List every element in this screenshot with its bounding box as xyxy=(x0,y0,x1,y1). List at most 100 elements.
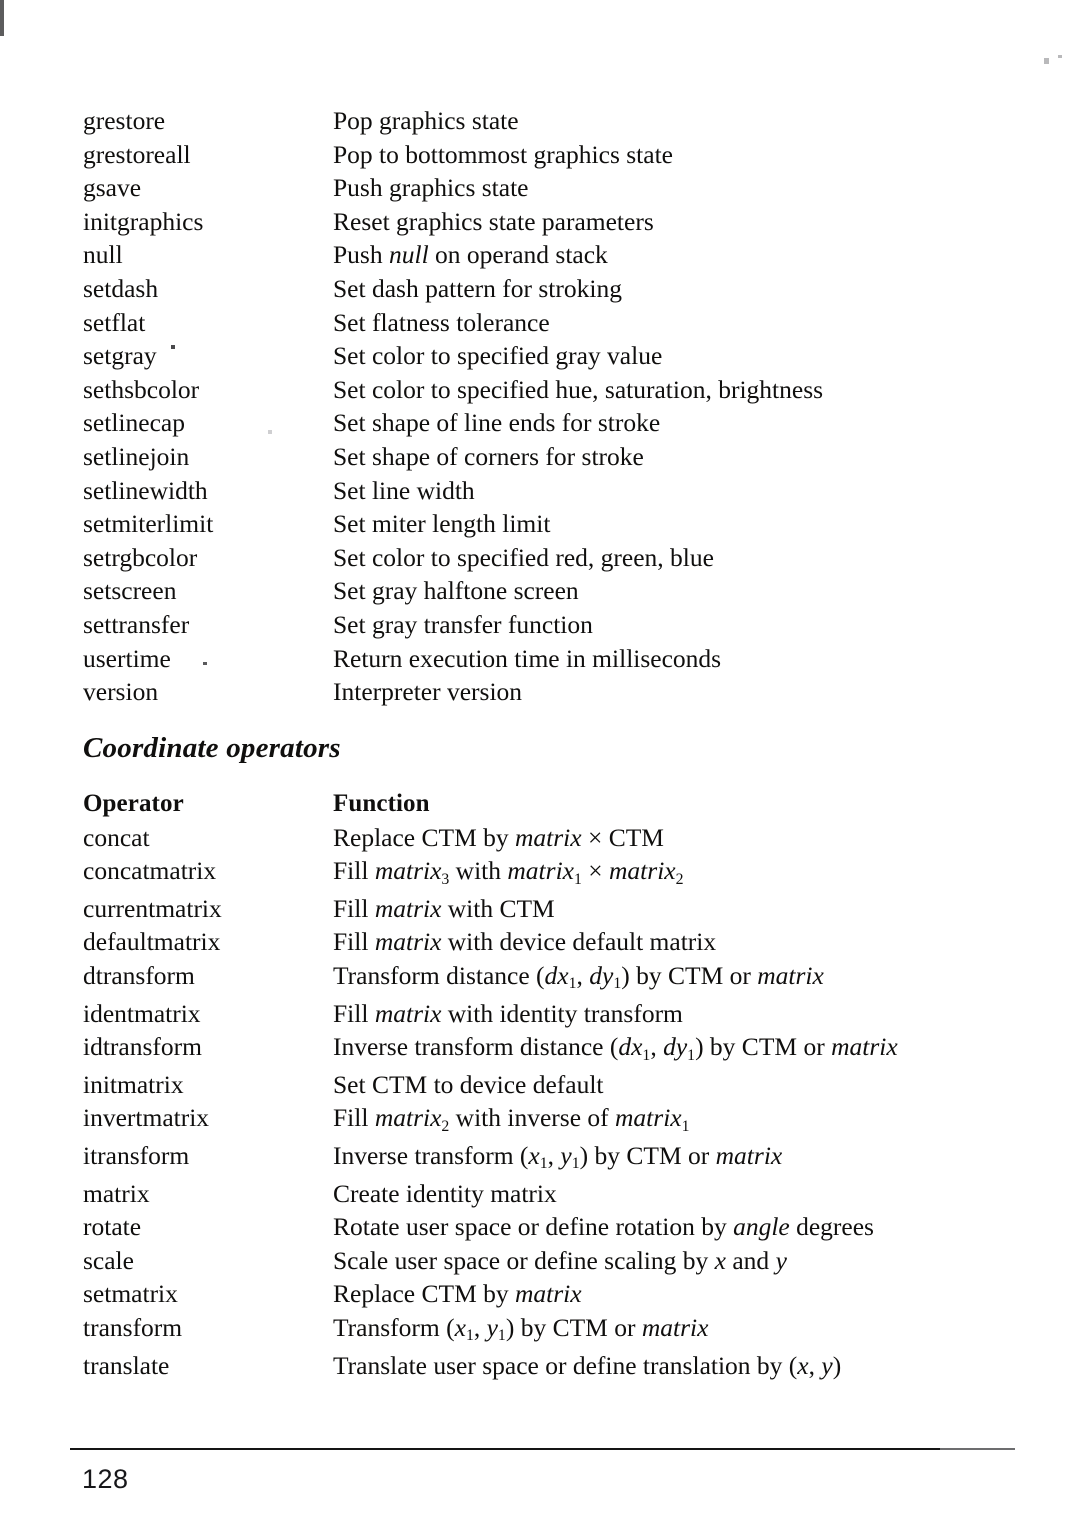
table-row: transform Transform (x1, y1) by CTM or m… xyxy=(83,1311,931,1349)
operator-name: translate xyxy=(83,1350,170,1380)
operator-name: idtransform xyxy=(83,1032,202,1062)
table-row: scale Scale user space or define scaling… xyxy=(83,1244,931,1278)
operator-name: transform xyxy=(83,1312,183,1342)
table-row: setmatrix Replace CTM by matrix xyxy=(83,1277,931,1311)
operator-description: Set color to specified red, green, blue xyxy=(333,542,714,572)
operator-name: settransfer xyxy=(83,609,190,639)
operator-description: Push null on operand stack xyxy=(333,240,608,270)
operator-description: Fill matrix with CTM xyxy=(333,893,555,923)
operator-name: initgraphics xyxy=(83,206,204,236)
operator-description: Inverse transform (x1, y1) by CTM or mat… xyxy=(333,1140,783,1173)
operator-description: Push graphics state xyxy=(333,173,529,203)
operator-description: Set gray transfer function xyxy=(333,609,593,639)
footer-rule-fade xyxy=(940,1448,1015,1450)
operator-name: setmiterlimit xyxy=(83,509,214,539)
operator-description: Set color to specified gray value xyxy=(333,341,663,371)
operator-description: Reset graphics state parameters xyxy=(333,206,654,236)
table-row: setlinewidth Set line width xyxy=(83,474,931,508)
operator-description: Transform distance (dx1, dy1) by CTM or … xyxy=(333,960,824,993)
operator-description: Set shape of corners for stroke xyxy=(333,441,644,471)
table-row: concat Replace CTM by matrix × CTM xyxy=(83,821,931,855)
operator-name: usertime xyxy=(83,643,171,673)
table-row: setdash Set dash pattern for stroking xyxy=(83,272,931,306)
table-row: currentmatrix Fill matrix with CTM xyxy=(83,892,931,926)
table-header-row: Operator Function xyxy=(83,787,931,821)
operator-name: gsave xyxy=(83,173,142,203)
table-row: setflat Set flatness tolerance xyxy=(83,306,931,340)
operator-description: Set gray halftone screen xyxy=(333,576,579,606)
operator-description: Interpreter version xyxy=(333,677,523,707)
table-row: dtransform Transform distance (dx1, dy1)… xyxy=(83,959,931,997)
operator-description: Translate user space or define translati… xyxy=(333,1350,842,1380)
footer-rule xyxy=(70,1448,1010,1450)
table-row: sethsbcolor Set color to specified hue, … xyxy=(83,373,931,407)
coordinate-operator-table: Operator Function concat Replace CTM by … xyxy=(83,787,931,1382)
operator-description: Replace CTM by matrix xyxy=(333,1279,582,1309)
operator-description: Set CTM to device default xyxy=(333,1069,604,1099)
operator-description: Pop to bottommost graphics state xyxy=(333,139,673,169)
operator-name: invertmatrix xyxy=(83,1103,210,1133)
table-row: invertmatrix Fill matrix2 with inverse o… xyxy=(83,1101,931,1139)
operator-name: rotate xyxy=(83,1212,142,1242)
operator-name: grestore xyxy=(83,106,166,135)
table-row: initmatrix Set CTM to device default xyxy=(83,1068,931,1102)
table-row: null Push null on operand stack xyxy=(83,238,931,272)
operator-name: setlinecap xyxy=(83,408,185,438)
scan-speck xyxy=(1044,58,1049,64)
operator-description: Scale user space or define scaling by x … xyxy=(333,1245,787,1275)
table-row: itransform Inverse transform (x1, y1) by… xyxy=(83,1139,931,1177)
table-row: concatmatrix Fill matrix3 with matrix1 ×… xyxy=(83,854,931,892)
table-row: setlinejoin Set shape of corners for str… xyxy=(83,440,931,474)
operator-name: concat xyxy=(83,822,150,852)
table-row: identmatrix Fill matrix with identity tr… xyxy=(83,997,931,1031)
operator-name: setflat xyxy=(83,307,146,337)
operator-name: concatmatrix xyxy=(83,856,217,886)
table-row: rotate Rotate user space or define rotat… xyxy=(83,1210,931,1244)
operator-name: matrix xyxy=(83,1178,150,1208)
operator-description: Rotate user space or define rotation by … xyxy=(333,1212,874,1242)
operator-description: Fill matrix3 with matrix1 × matrix2 xyxy=(333,856,684,888)
operator-name: version xyxy=(83,677,159,707)
operator-description: Fill matrix with device default matrix xyxy=(333,927,717,957)
operator-description: Set flatness tolerance xyxy=(333,307,550,337)
table-row: matrix Create identity matrix xyxy=(83,1177,931,1211)
operator-description: Set shape of line ends for stroke xyxy=(333,408,661,438)
page-number: 128 xyxy=(82,1464,129,1494)
table-row: settransfer Set gray transfer function xyxy=(83,608,931,642)
operator-description: Set color to specified hue, saturation, … xyxy=(333,374,824,404)
operator-name: scale xyxy=(83,1245,134,1275)
table-row: defaultmatrix Fill matrix with device de… xyxy=(83,925,931,959)
graphics-state-operator-table: grestore Pop graphics state grestoreall … xyxy=(83,104,931,709)
operator-name: setdash xyxy=(83,273,159,303)
table-row: grestoreall Pop to bottommost graphics s… xyxy=(83,138,931,172)
operator-description: Return execution time in milliseconds xyxy=(333,643,722,673)
operator-description: Pop graphics state xyxy=(333,106,519,135)
table-row: gsave Push graphics state xyxy=(83,171,931,205)
table-row: setscreen Set gray halftone screen xyxy=(83,574,931,608)
operator-name: dtransform xyxy=(83,960,195,990)
operator-name: setlinejoin xyxy=(83,441,190,471)
operator-description: Fill matrix with identity transform xyxy=(333,998,683,1028)
table-row: version Interpreter version xyxy=(83,675,931,709)
operator-description: Set line width xyxy=(333,475,475,505)
column-header-operator: Operator xyxy=(83,790,184,817)
operator-name: setmatrix xyxy=(83,1279,178,1309)
operator-name: setgray xyxy=(83,341,157,371)
operator-description: Create identity matrix xyxy=(333,1178,557,1208)
scan-edge-artifact xyxy=(0,0,4,36)
operator-description: Transform (x1, y1) by CTM or matrix xyxy=(333,1312,709,1345)
operator-name: setscreen xyxy=(83,576,177,606)
operator-name: identmatrix xyxy=(83,998,201,1028)
section-heading: Coordinate operators xyxy=(83,732,341,764)
scan-speck xyxy=(1058,55,1062,58)
table-row: setrgbcolor Set color to specified red, … xyxy=(83,541,931,575)
operator-description: Replace CTM by matrix × CTM xyxy=(333,822,664,852)
table-row: initgraphics Reset graphics state parame… xyxy=(83,205,931,239)
operator-description: Inverse transform distance (dx1, dy1) by… xyxy=(333,1032,898,1064)
operator-name: grestoreall xyxy=(83,139,191,169)
operator-name: setlinewidth xyxy=(83,475,208,505)
table-row: setlinecap Set shape of line ends for st… xyxy=(83,406,931,440)
operator-name: currentmatrix xyxy=(83,893,222,923)
operator-name: setrgbcolor xyxy=(83,542,198,572)
table-row: translate Translate user space or define… xyxy=(83,1349,931,1383)
